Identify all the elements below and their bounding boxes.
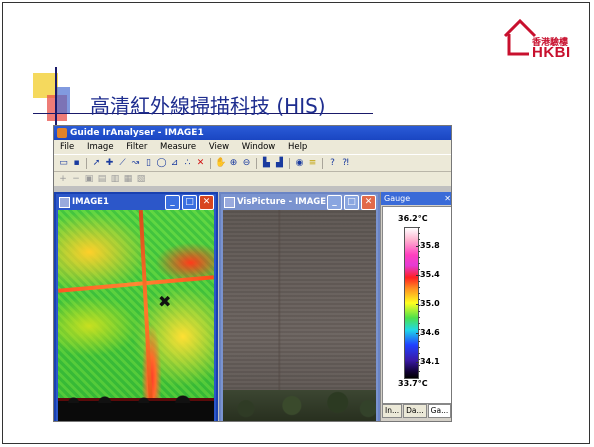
tab-gauge[interactable]: Ga... [427,404,451,418]
gauge-tick-label: 35.8 [416,241,440,250]
whats-this-icon[interactable]: ⁈ [340,158,351,169]
gauge-tick-label: 35.4 [416,270,440,279]
help-icon[interactable]: ? [327,158,338,169]
save-icon[interactable]: ▪ [71,158,82,169]
gauge-max-label: 36.2°C [398,214,428,223]
cut-icon[interactable]: ▥ [110,174,120,184]
main-toolbar: ▭ ▪ ➚ ✚ ⟋ ↝ ▯ ◯ ⊿ ∴ ✕ ✋ ⊕ ⊖ ▙ ▟ ◉ ≡ ? ⁈ [54,154,451,172]
app-window: Guide IrAnalyser - IMAGE1 File Image Fil… [53,125,452,422]
secondary-toolbar: + − ▣ ▤ ▥ ▦ ▧ [54,172,451,187]
vispicture-title: VisPicture - IMAGE1 [237,197,332,207]
gauge-color-bar [404,227,419,379]
thermal-foliage [58,395,214,421]
workspace: IMAGE1 _ □ ✕ ✖ VisPicture - IMAGE1 _ □ ✕… [54,186,451,421]
tab-data[interactable]: Da... [403,404,427,418]
toolbar-separator [86,157,87,169]
zoom-in-icon[interactable]: ⊕ [228,158,239,169]
zoom-out-icon[interactable]: ⊖ [241,158,252,169]
tab-info[interactable]: In... [382,404,403,418]
pointer-icon[interactable]: ➚ [91,158,102,169]
copy-icon[interactable]: ▣ [84,174,94,184]
rect-icon[interactable]: ▯ [143,158,154,169]
visible-photo[interactable] [223,210,376,421]
slide-title: 高清紅外線掃描科技 (HIS) [90,94,326,118]
logo-english-text: HKBI [532,44,571,61]
minus-icon[interactable]: − [71,174,81,184]
gauge-titlebar[interactable]: Gauge ✕ [381,192,451,205]
image1-window-controls: _ □ ✕ [165,195,214,210]
toolbar-separator [322,157,323,169]
palette-icon[interactable]: ▙ [261,158,272,169]
spot-icon[interactable]: ✚ [104,158,115,169]
decoration-blue-square [55,87,70,114]
export-icon[interactable]: ▦ [123,174,133,184]
visible-foliage [223,390,376,421]
vispicture-window: VisPicture - IMAGE1 _ □ ✕ [219,192,380,421]
delete-icon[interactable]: ✕ [195,158,206,169]
app-title: Guide IrAnalyser - IMAGE1 [70,128,204,138]
gauge-body: 36.2°C 35.8 35.4 35.0 34.6 34.1 33.7°C [382,206,451,404]
app-icon [57,128,67,138]
toolbar-separator [289,157,290,169]
open-icon[interactable]: ▭ [58,158,69,169]
thermal-hot-joint-vertical [138,210,154,410]
toolbar-separator [256,157,257,169]
menu-file[interactable]: File [60,142,74,152]
gauge-panel: Gauge ✕ 36.2°C 35.8 35.4 35.0 34.6 34.1 … [380,192,451,421]
menu-help[interactable]: Help [288,142,307,152]
play-icon[interactable]: ◉ [294,158,305,169]
close-icon[interactable]: ✕ [199,195,214,210]
minimize-icon[interactable]: _ [165,195,180,210]
image1-window: IMAGE1 _ □ ✕ ✖ [54,192,218,421]
menubar: File Image Filter Measure View Window He… [54,140,451,154]
polygon-icon[interactable]: ⊿ [169,158,180,169]
histogram-icon[interactable]: ▟ [274,158,285,169]
thermal-image[interactable]: ✖ [58,210,214,421]
minimize-icon[interactable]: _ [327,195,342,210]
ellipse-icon[interactable]: ◯ [156,158,167,169]
thermal-hot-joint-horizontal [58,275,214,293]
add-icon[interactable]: + [58,174,68,184]
hkbi-logo: 香港驗樓 HKBI [503,18,583,61]
app-titlebar[interactable]: Guide IrAnalyser - IMAGE1 [54,126,451,140]
menu-window[interactable]: Window [242,142,276,152]
image-icon [224,197,235,208]
gauge-tick-label: 34.1 [416,357,440,366]
paste-icon[interactable]: ▤ [97,174,107,184]
menu-measure[interactable]: Measure [160,142,196,152]
close-icon[interactable]: ✕ [444,192,451,205]
vispicture-window-controls: _ □ ✕ [327,195,376,210]
hand-icon[interactable]: ✋ [215,158,226,169]
gauge-title: Gauge [384,194,411,203]
menu-view[interactable]: View [209,142,229,152]
isotherm-icon[interactable]: ∴ [182,158,193,169]
image1-titlebar[interactable]: IMAGE1 _ □ ✕ [56,194,216,210]
line-icon[interactable]: ⟋ [117,158,128,169]
image1-title: IMAGE1 [72,197,109,207]
print-icon[interactable]: ▧ [136,174,146,184]
maximize-icon[interactable]: □ [182,195,197,210]
menu-filter[interactable]: Filter [126,142,147,152]
gauge-tick-label: 34.6 [416,328,440,337]
levels-icon[interactable]: ≡ [307,158,318,169]
spot-marker-icon[interactable]: ✖ [158,294,171,310]
vispicture-titlebar[interactable]: VisPicture - IMAGE1 _ □ ✕ [221,194,378,210]
gauge-min-label: 33.7°C [398,379,428,388]
polyline-icon[interactable]: ↝ [130,158,141,169]
toolbar-separator [210,157,211,169]
gauge-tick-label: 35.0 [416,299,440,308]
image-icon [59,197,70,208]
maximize-icon[interactable]: □ [344,195,359,210]
menu-image[interactable]: Image [87,142,114,152]
close-icon[interactable]: ✕ [361,195,376,210]
gauge-tabs: In... Da... Ga... [382,404,451,418]
